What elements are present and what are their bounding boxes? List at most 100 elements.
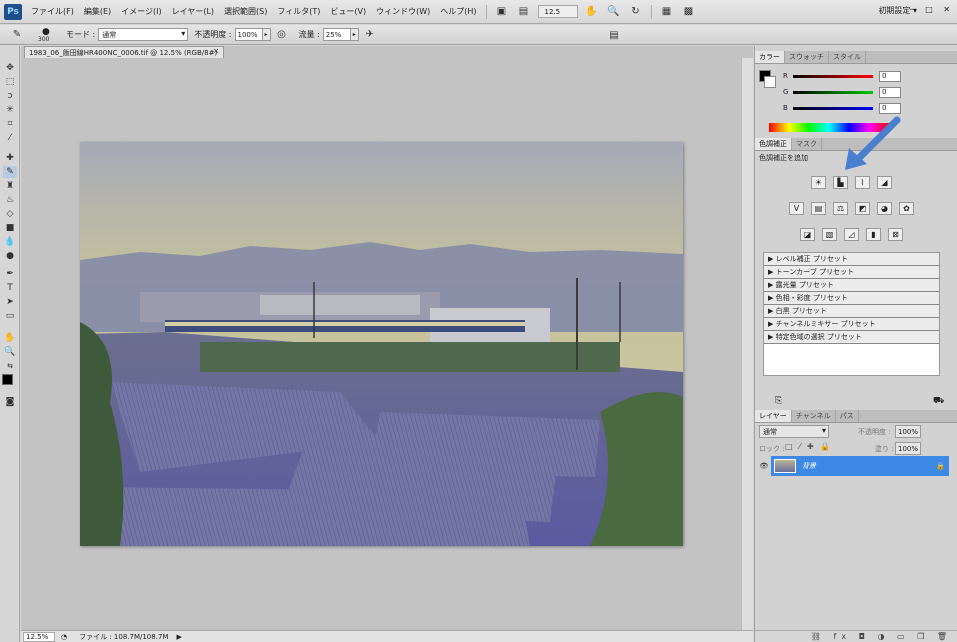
color-balance-icon[interactable]: ⚖ — [833, 202, 848, 215]
menu-select[interactable]: 選択範囲(S) — [219, 6, 272, 17]
gradient-map-icon[interactable]: ▮ — [866, 228, 881, 241]
selective-color-icon[interactable]: ⊠ — [888, 228, 903, 241]
eyedropper-icon[interactable]: ⁄ — [3, 132, 17, 144]
panel-toggle-icon[interactable]: ▤ — [606, 28, 622, 42]
window-controls[interactable]: ─ □ ✕ — [910, 5, 954, 14]
preset-curves[interactable]: ▶ トーンカーブ プリセット — [764, 266, 939, 279]
vibrance-icon[interactable]: V — [789, 202, 804, 215]
brush-tool-icon[interactable]: ✎ — [9, 28, 25, 42]
fill-field[interactable]: 100% — [895, 442, 921, 455]
foreground-color-swatch[interactable] — [2, 374, 13, 385]
dodge-icon[interactable]: ● — [3, 250, 17, 262]
preset-channel-mixer[interactable]: ▶ チャンネルミキサー プリセット — [764, 318, 939, 331]
opacity-field[interactable]: 100% — [234, 28, 263, 41]
swap-colors-icon[interactable]: ⇆ — [3, 360, 17, 372]
hue-saturation-icon[interactable]: ▤ — [811, 202, 826, 215]
menu-file[interactable]: ファイル(F) — [26, 6, 79, 17]
type-tool-icon[interactable]: T — [3, 282, 17, 294]
hand-tool-icon[interactable]: ✋ — [3, 332, 17, 344]
path-select-icon[interactable]: ➤ — [3, 296, 17, 308]
crop-tool-icon[interactable]: ⌗ — [3, 118, 17, 130]
bridge-icon[interactable]: ▣ — [494, 5, 510, 19]
green-value-field[interactable]: 0 — [879, 86, 901, 98]
menu-edit[interactable]: 編集(E) — [79, 6, 116, 17]
vertical-scrollbar[interactable] — [741, 58, 753, 630]
blue-slider[interactable] — [793, 106, 873, 110]
brush-tool-active-icon[interactable]: ✎ — [3, 166, 17, 178]
rotate-view-icon[interactable]: ↻ — [628, 5, 644, 19]
visibility-eye-icon[interactable]: 👁 — [757, 456, 771, 476]
red-value-field[interactable]: 0 — [879, 70, 901, 82]
status-zoom-field[interactable]: 12.5% — [23, 631, 55, 642]
marquee-tool-icon[interactable]: ⬚ — [3, 76, 17, 88]
posterize-icon[interactable]: ▧ — [822, 228, 837, 241]
pen-tool-icon[interactable]: ✒ — [3, 268, 17, 280]
brightness-contrast-icon[interactable]: ☀ — [811, 176, 826, 189]
flow-arrow[interactable]: ▸ — [350, 28, 359, 41]
channel-mixer-icon[interactable]: ✿ — [899, 202, 914, 215]
document-tab[interactable]: 1983_06_飯田線HR400NC_0006.tif @ 12.5% (RGB… — [24, 46, 224, 58]
status-info-icon[interactable]: ◔ — [61, 633, 67, 641]
clip-to-layer-icon[interactable]: ⎘ — [775, 396, 782, 406]
preset-black-white[interactable]: ▶ 白黒 プリセット — [764, 305, 939, 318]
preset-hue-saturation[interactable]: ▶ 色相・彩度 プリセット — [764, 292, 939, 305]
preset-exposure[interactable]: ▶ 露光量 プリセット — [764, 279, 939, 292]
menu-image[interactable]: イメージ(I) — [116, 6, 166, 17]
brush-preset-picker[interactable]: ● 300 — [34, 26, 60, 44]
blur-icon[interactable]: 💧 — [3, 236, 17, 248]
invert-icon[interactable]: ◪ — [800, 228, 815, 241]
tab-paths[interactable]: パス — [836, 410, 859, 422]
menu-help[interactable]: ヘルプ(H) — [435, 6, 481, 17]
layer-opacity-field[interactable]: 100% — [895, 425, 921, 438]
exposure-icon[interactable]: ◢ — [877, 176, 892, 189]
image-canvas[interactable] — [80, 142, 683, 546]
quick-mask-icon[interactable]: ◙ — [3, 396, 17, 408]
menu-view[interactable]: ビュー(V) — [325, 6, 371, 17]
history-brush-icon[interactable]: ♨ — [3, 194, 17, 206]
gradient-icon[interactable]: ■ — [3, 222, 17, 234]
adjustment-options-icon[interactable]: ⛟ — [933, 396, 944, 407]
tab-masks[interactable]: マスク — [792, 138, 822, 150]
lock-options-icon[interactable]: □ ⁄ ✚ 🔒 — [785, 442, 832, 451]
tab-swatches[interactable]: スウォッチ — [785, 51, 829, 63]
screen-mode-icon[interactable]: ▦ — [659, 5, 675, 19]
zoom-icon[interactable]: 🔍 — [606, 5, 622, 19]
layer-row-background[interactable]: 👁 背景 🔒 — [757, 456, 949, 476]
eraser-icon[interactable]: ◇ — [3, 208, 17, 220]
shape-tool-icon[interactable]: ▭ — [3, 310, 17, 322]
levels-icon[interactable]: ▙ — [833, 176, 848, 189]
extras-icon[interactable]: ▩ — [681, 5, 697, 19]
preset-selective-color[interactable]: ▶ 特定色域の選択 プリセット — [764, 331, 939, 344]
magic-wand-icon[interactable]: ✳ — [3, 104, 17, 116]
menu-filter[interactable]: フィルタ(T) — [272, 6, 325, 17]
preset-levels[interactable]: ▶ レベル補正 プリセット — [764, 253, 939, 266]
blue-value-field[interactable]: 0 — [879, 102, 901, 114]
move-tool-icon[interactable]: ✥ — [3, 62, 17, 74]
threshold-icon[interactable]: ◿ — [844, 228, 859, 241]
zoom-tool-icon[interactable]: 🔍 — [3, 346, 17, 358]
airbrush-icon[interactable]: ✈ — [362, 28, 378, 42]
blend-mode-select[interactable]: 通常 — [759, 425, 829, 438]
menu-layer[interactable]: レイヤー(L) — [167, 6, 219, 17]
arrange-icon[interactable]: ▤ — [516, 5, 532, 19]
background-color-chip[interactable] — [764, 76, 776, 88]
green-slider[interactable] — [793, 90, 873, 94]
zoom-level-field[interactable]: 12.5 — [537, 5, 578, 18]
tab-adjustments[interactable]: 色調補正 — [755, 138, 792, 150]
menu-window[interactable]: ウィンドウ(W) — [371, 6, 435, 17]
mode-select[interactable]: 通常 — [98, 28, 189, 41]
red-slider[interactable] — [793, 74, 873, 78]
tab-channels[interactable]: チャンネル — [792, 410, 836, 422]
opacity-arrow[interactable]: ▸ — [262, 28, 271, 41]
black-white-icon[interactable]: ◩ — [855, 202, 870, 215]
hand-icon[interactable]: ✋ — [584, 5, 600, 19]
layer-actions-icon[interactable]: ⛓ fx ◘ ◑ ▭ ❐ 🗑 — [811, 632, 952, 641]
tab-layers[interactable]: レイヤー — [755, 410, 792, 422]
healing-brush-icon[interactable]: ✚ — [3, 152, 17, 164]
photo-filter-icon[interactable]: ◕ — [877, 202, 892, 215]
curves-icon[interactable]: ⌇ — [855, 176, 870, 189]
close-document-icon[interactable]: × — [213, 47, 219, 55]
status-menu-arrow-icon[interactable]: ▶ — [176, 633, 181, 641]
flow-field[interactable]: 25% — [322, 28, 351, 41]
tab-color[interactable]: カラー — [755, 51, 785, 63]
